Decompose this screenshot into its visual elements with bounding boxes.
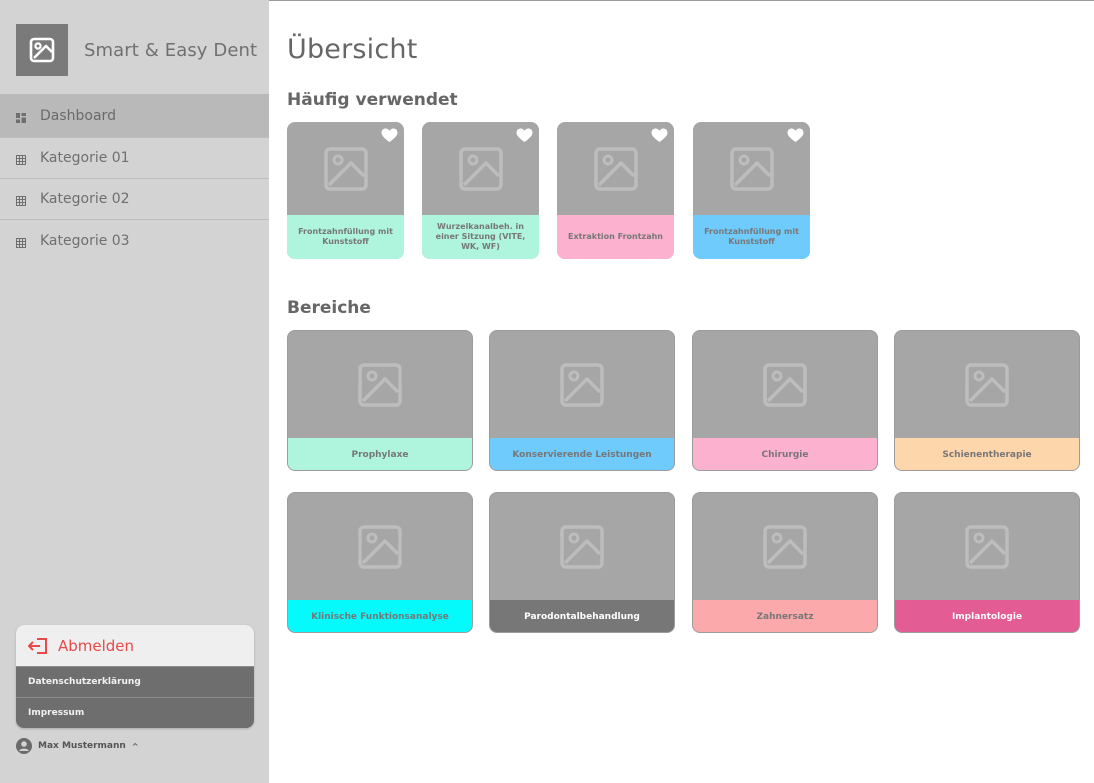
area-label: Prophylaxe [288, 438, 472, 470]
favorite-label: Extraktion Frontzahn [557, 215, 674, 259]
area-label: Konservierende Leistungen [490, 438, 674, 470]
area-label: Zahnersatz [693, 600, 877, 632]
user-menu[interactable]: Max Mustermann ^ [16, 738, 139, 754]
sidebar-item-label: Kategorie 02 [40, 191, 130, 207]
image-placeholder-icon [895, 493, 1079, 600]
imprint-link-label: Impressum [28, 708, 85, 718]
area-card-chirurgie[interactable]: Chirurgie [692, 330, 878, 471]
sidebar-nav: Dashboard Kategorie 01 Kategorie 02 Kate… [0, 94, 269, 261]
privacy-link-label: Datenschutzerklärung [28, 677, 141, 687]
account-panel: Abmelden Datenschutzerklärung Impressum [16, 625, 254, 728]
privacy-link[interactable]: Datenschutzerklärung [16, 666, 254, 697]
favorite-label: Frontzahnfüllung mit Kunststoff [287, 215, 404, 259]
sidebar-item-label: Kategorie 01 [40, 150, 130, 166]
favorites-section-title: Häufig verwendet [287, 90, 458, 110]
sidebar-item-label: Kategorie 03 [40, 232, 130, 249]
area-label: Chirurgie [693, 438, 877, 470]
logout-button[interactable]: Abmelden [16, 625, 254, 666]
image-placeholder-icon [693, 493, 877, 600]
areas-section-title: Bereiche [287, 298, 371, 318]
favorite-card[interactable]: Wurzelkanalbeh. in einer Sitzung (VITE, … [422, 122, 539, 259]
area-card-implantologie[interactable]: Implantologie [894, 492, 1080, 633]
user-name: Max Mustermann [38, 741, 126, 751]
area-card-prophylaxe[interactable]: Prophylaxe [287, 330, 473, 471]
heart-icon[interactable] [651, 128, 668, 147]
heart-icon[interactable] [516, 128, 533, 147]
imprint-link[interactable]: Impressum [16, 697, 254, 728]
chevron-up-icon: ^ [131, 741, 139, 751]
image-placeholder-icon [288, 493, 472, 600]
area-card-zahnersatz[interactable]: Zahnersatz [692, 492, 878, 633]
image-placeholder-icon [895, 331, 1079, 438]
area-card-klinische-funktionsanalyse[interactable]: Klinische Funktionsanalyse [287, 492, 473, 633]
area-card-konservierende-leistungen[interactable]: Konservierende Leistungen [489, 330, 675, 471]
page-title: Übersicht [287, 34, 418, 65]
favorite-card[interactable]: Frontzahnfüllung mit Kunststoff [287, 122, 404, 259]
user-avatar-icon [16, 738, 32, 754]
sidebar-item-dashboard[interactable]: Dashboard [0, 94, 269, 138]
favorite-label: Frontzahnfüllung mit Kunststoff [693, 215, 810, 259]
sidebar-item-kategorie-02[interactable]: Kategorie 02 [0, 179, 269, 220]
dashboard-icon [16, 111, 26, 123]
area-label: Schienentherapie [895, 438, 1079, 470]
logout-icon [28, 637, 47, 654]
area-card-schienentherapie[interactable]: Schienentherapie [894, 330, 1080, 471]
image-placeholder-icon [16, 24, 68, 76]
heart-icon[interactable] [381, 128, 398, 147]
area-label: Parodontalbehandlung [490, 600, 674, 632]
table-icon [16, 194, 26, 206]
table-icon [16, 153, 26, 165]
app-name: Smart & Easy Dent [84, 39, 258, 61]
image-placeholder-icon [490, 493, 674, 600]
image-placeholder-icon [490, 331, 674, 438]
area-label: Klinische Funktionsanalyse [288, 600, 472, 632]
favorite-card[interactable]: Extraktion Frontzahn [557, 122, 674, 259]
sidebar-item-kategorie-03[interactable]: Kategorie 03 [0, 220, 269, 261]
sidebar-item-kategorie-01[interactable]: Kategorie 01 [0, 138, 269, 179]
logout-label: Abmelden [58, 636, 135, 655]
sidebar: Smart & Easy Dent Dashboard Kategorie 01… [0, 0, 269, 783]
image-placeholder-icon [693, 331, 877, 438]
area-card-parodontalbehandlung[interactable]: Parodontalbehandlung [489, 492, 675, 633]
image-placeholder-icon [288, 331, 472, 438]
table-icon [16, 236, 26, 248]
favorite-card[interactable]: Frontzahnfüllung mit Kunststoff [693, 122, 810, 259]
favorite-label: Wurzelkanalbeh. in einer Sitzung (VITE, … [422, 215, 539, 259]
heart-icon[interactable] [787, 128, 804, 147]
brand[interactable]: Smart & Easy Dent [16, 24, 257, 76]
sidebar-item-label: Dashboard [40, 107, 116, 124]
area-label: Implantologie [895, 600, 1079, 632]
